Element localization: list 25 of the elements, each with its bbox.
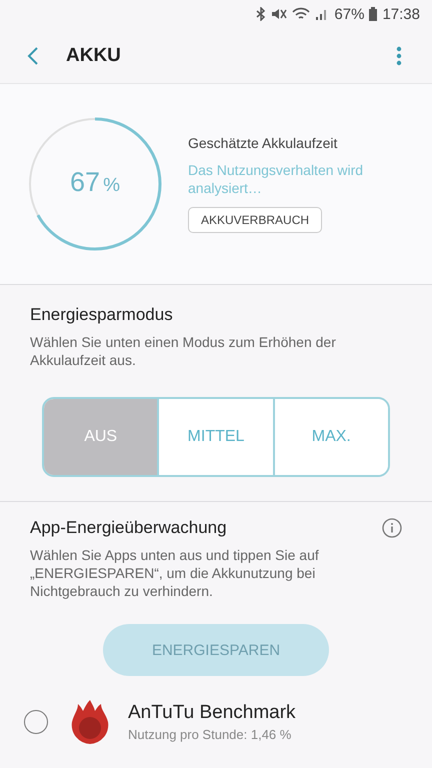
analysis-status: Das Nutzungsverhalten wird analysiert… <box>188 160 364 197</box>
mode-option[interactable]: MITTEL <box>157 399 273 475</box>
section-title: Energiesparmodus <box>30 305 174 325</box>
app-name: AnTuTu Benchmark <box>128 702 296 724</box>
battery-percent: 67% <box>334 6 364 23</box>
back-icon[interactable] <box>26 46 40 66</box>
page-title: AKKU <box>66 44 122 67</box>
bluetooth-icon <box>256 7 266 22</box>
clock: 17:38 <box>382 6 420 23</box>
section-description: Wählen Sie Apps unten aus und tippen Sie auf „ENERGIESPAREN“, um die Akkunutzung bei Nichtgebrauch zu verhindern. <box>30 546 320 600</box>
section-title: App-Energieüberwachung <box>30 518 227 538</box>
battery-usage-button[interactable]: AKKUVERBRAUCH <box>188 206 322 233</box>
select-radio[interactable] <box>24 710 48 734</box>
wifi-icon <box>292 7 310 22</box>
more-options-icon[interactable] <box>396 46 402 66</box>
mode-option[interactable]: MAX. <box>272 399 388 475</box>
flame-app-icon <box>70 700 110 744</box>
battery-icon <box>369 7 378 22</box>
info-icon[interactable] <box>382 518 402 538</box>
battery-percentage: 67% <box>69 166 121 198</box>
section-description: Wählen Sie unten einen Modus zum Erhöhen der Akkulaufzeit aus. <box>30 333 337 369</box>
app-usage: Nutzung pro Stunde: 1,46 % <box>128 727 292 742</box>
mode-option[interactable]: AUS <box>44 399 158 475</box>
estimate-label: Geschätzte Akkulaufzeit <box>188 134 338 151</box>
mute-icon <box>271 7 288 22</box>
